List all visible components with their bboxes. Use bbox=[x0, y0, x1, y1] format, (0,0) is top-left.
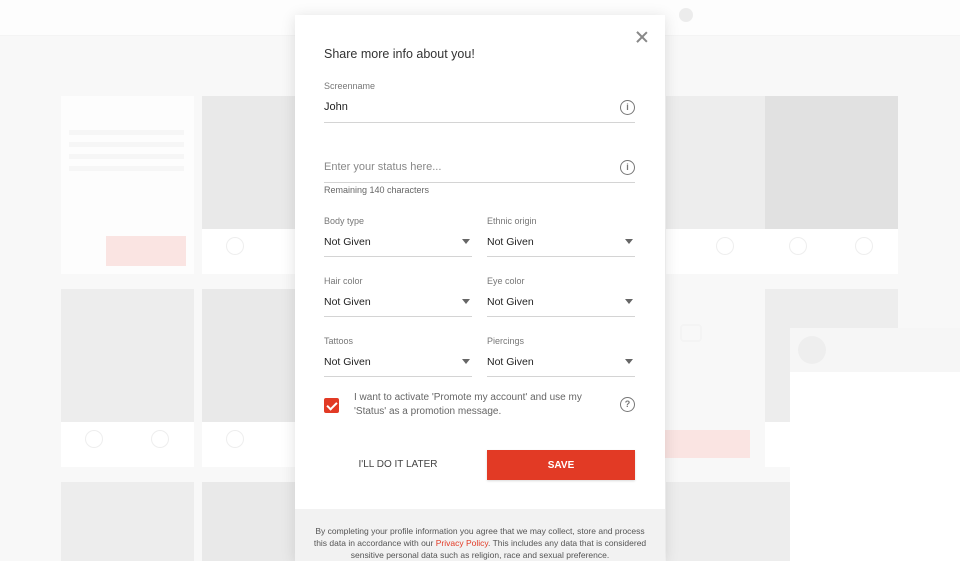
screenname-field[interactable]: Screenname John i bbox=[324, 81, 635, 123]
screenname-label: Screenname bbox=[324, 81, 376, 91]
status-remaining-count: Remaining 140 characters bbox=[324, 185, 430, 195]
eye-color-select[interactable]: Eye color Not Given bbox=[487, 276, 635, 318]
body-type-label: Body type bbox=[324, 216, 365, 226]
privacy-footer: By completing your profile information y… bbox=[295, 509, 665, 561]
caret-down-icon bbox=[462, 359, 470, 364]
piercings-value: Not Given bbox=[487, 356, 534, 368]
info-icon[interactable]: i bbox=[620, 160, 635, 175]
promote-account-label: I want to activate 'Promote my account' … bbox=[354, 392, 582, 417]
caret-down-icon bbox=[625, 239, 633, 244]
tattoos-select[interactable]: Tattoos Not Given bbox=[324, 336, 472, 378]
field-underline bbox=[487, 256, 635, 257]
do-it-later-button[interactable]: I'LL DO IT LATER bbox=[324, 449, 472, 479]
field-underline bbox=[324, 182, 635, 183]
status-input[interactable] bbox=[324, 161, 604, 173]
privacy-notice: By completing your profile information y… bbox=[309, 525, 651, 561]
eye-color-value: Not Given bbox=[487, 296, 534, 308]
body-type-select[interactable]: Body type Not Given bbox=[324, 216, 472, 258]
tattoos-label: Tattoos bbox=[324, 336, 354, 346]
field-underline bbox=[487, 316, 635, 317]
privacy-policy-link[interactable]: Privacy Policy bbox=[436, 538, 488, 548]
field-underline bbox=[324, 256, 472, 257]
info-icon[interactable]: i bbox=[620, 100, 635, 115]
hair-color-select[interactable]: Hair color Not Given bbox=[324, 276, 472, 318]
close-icon[interactable] bbox=[634, 29, 650, 45]
body-type-value: Not Given bbox=[324, 236, 371, 248]
field-underline bbox=[487, 376, 635, 377]
save-button[interactable]: SAVE bbox=[487, 450, 635, 480]
promote-account-checkbox[interactable] bbox=[324, 398, 339, 413]
tattoos-value: Not Given bbox=[324, 356, 371, 368]
field-underline bbox=[324, 376, 472, 377]
ethnic-origin-label: Ethnic origin bbox=[487, 216, 537, 226]
caret-down-icon bbox=[625, 299, 633, 304]
field-underline bbox=[324, 316, 472, 317]
caret-down-icon bbox=[462, 239, 470, 244]
ethnic-origin-select[interactable]: Ethnic origin Not Given bbox=[487, 216, 635, 258]
profile-info-modal: Share more info about you! Screenname Jo… bbox=[295, 15, 665, 561]
eye-color-label: Eye color bbox=[487, 276, 525, 286]
ethnic-origin-value: Not Given bbox=[487, 236, 534, 248]
hair-color-label: Hair color bbox=[324, 276, 363, 286]
caret-down-icon bbox=[625, 359, 633, 364]
piercings-label: Piercings bbox=[487, 336, 525, 346]
field-underline bbox=[324, 122, 635, 123]
question-icon[interactable]: ? bbox=[620, 397, 635, 412]
modal-title: Share more info about you! bbox=[324, 47, 475, 61]
caret-down-icon bbox=[462, 299, 470, 304]
status-field[interactable]: i bbox=[324, 160, 635, 183]
piercings-select[interactable]: Piercings Not Given bbox=[487, 336, 635, 378]
screenname-value[interactable]: John bbox=[324, 101, 348, 113]
hair-color-value: Not Given bbox=[324, 296, 371, 308]
